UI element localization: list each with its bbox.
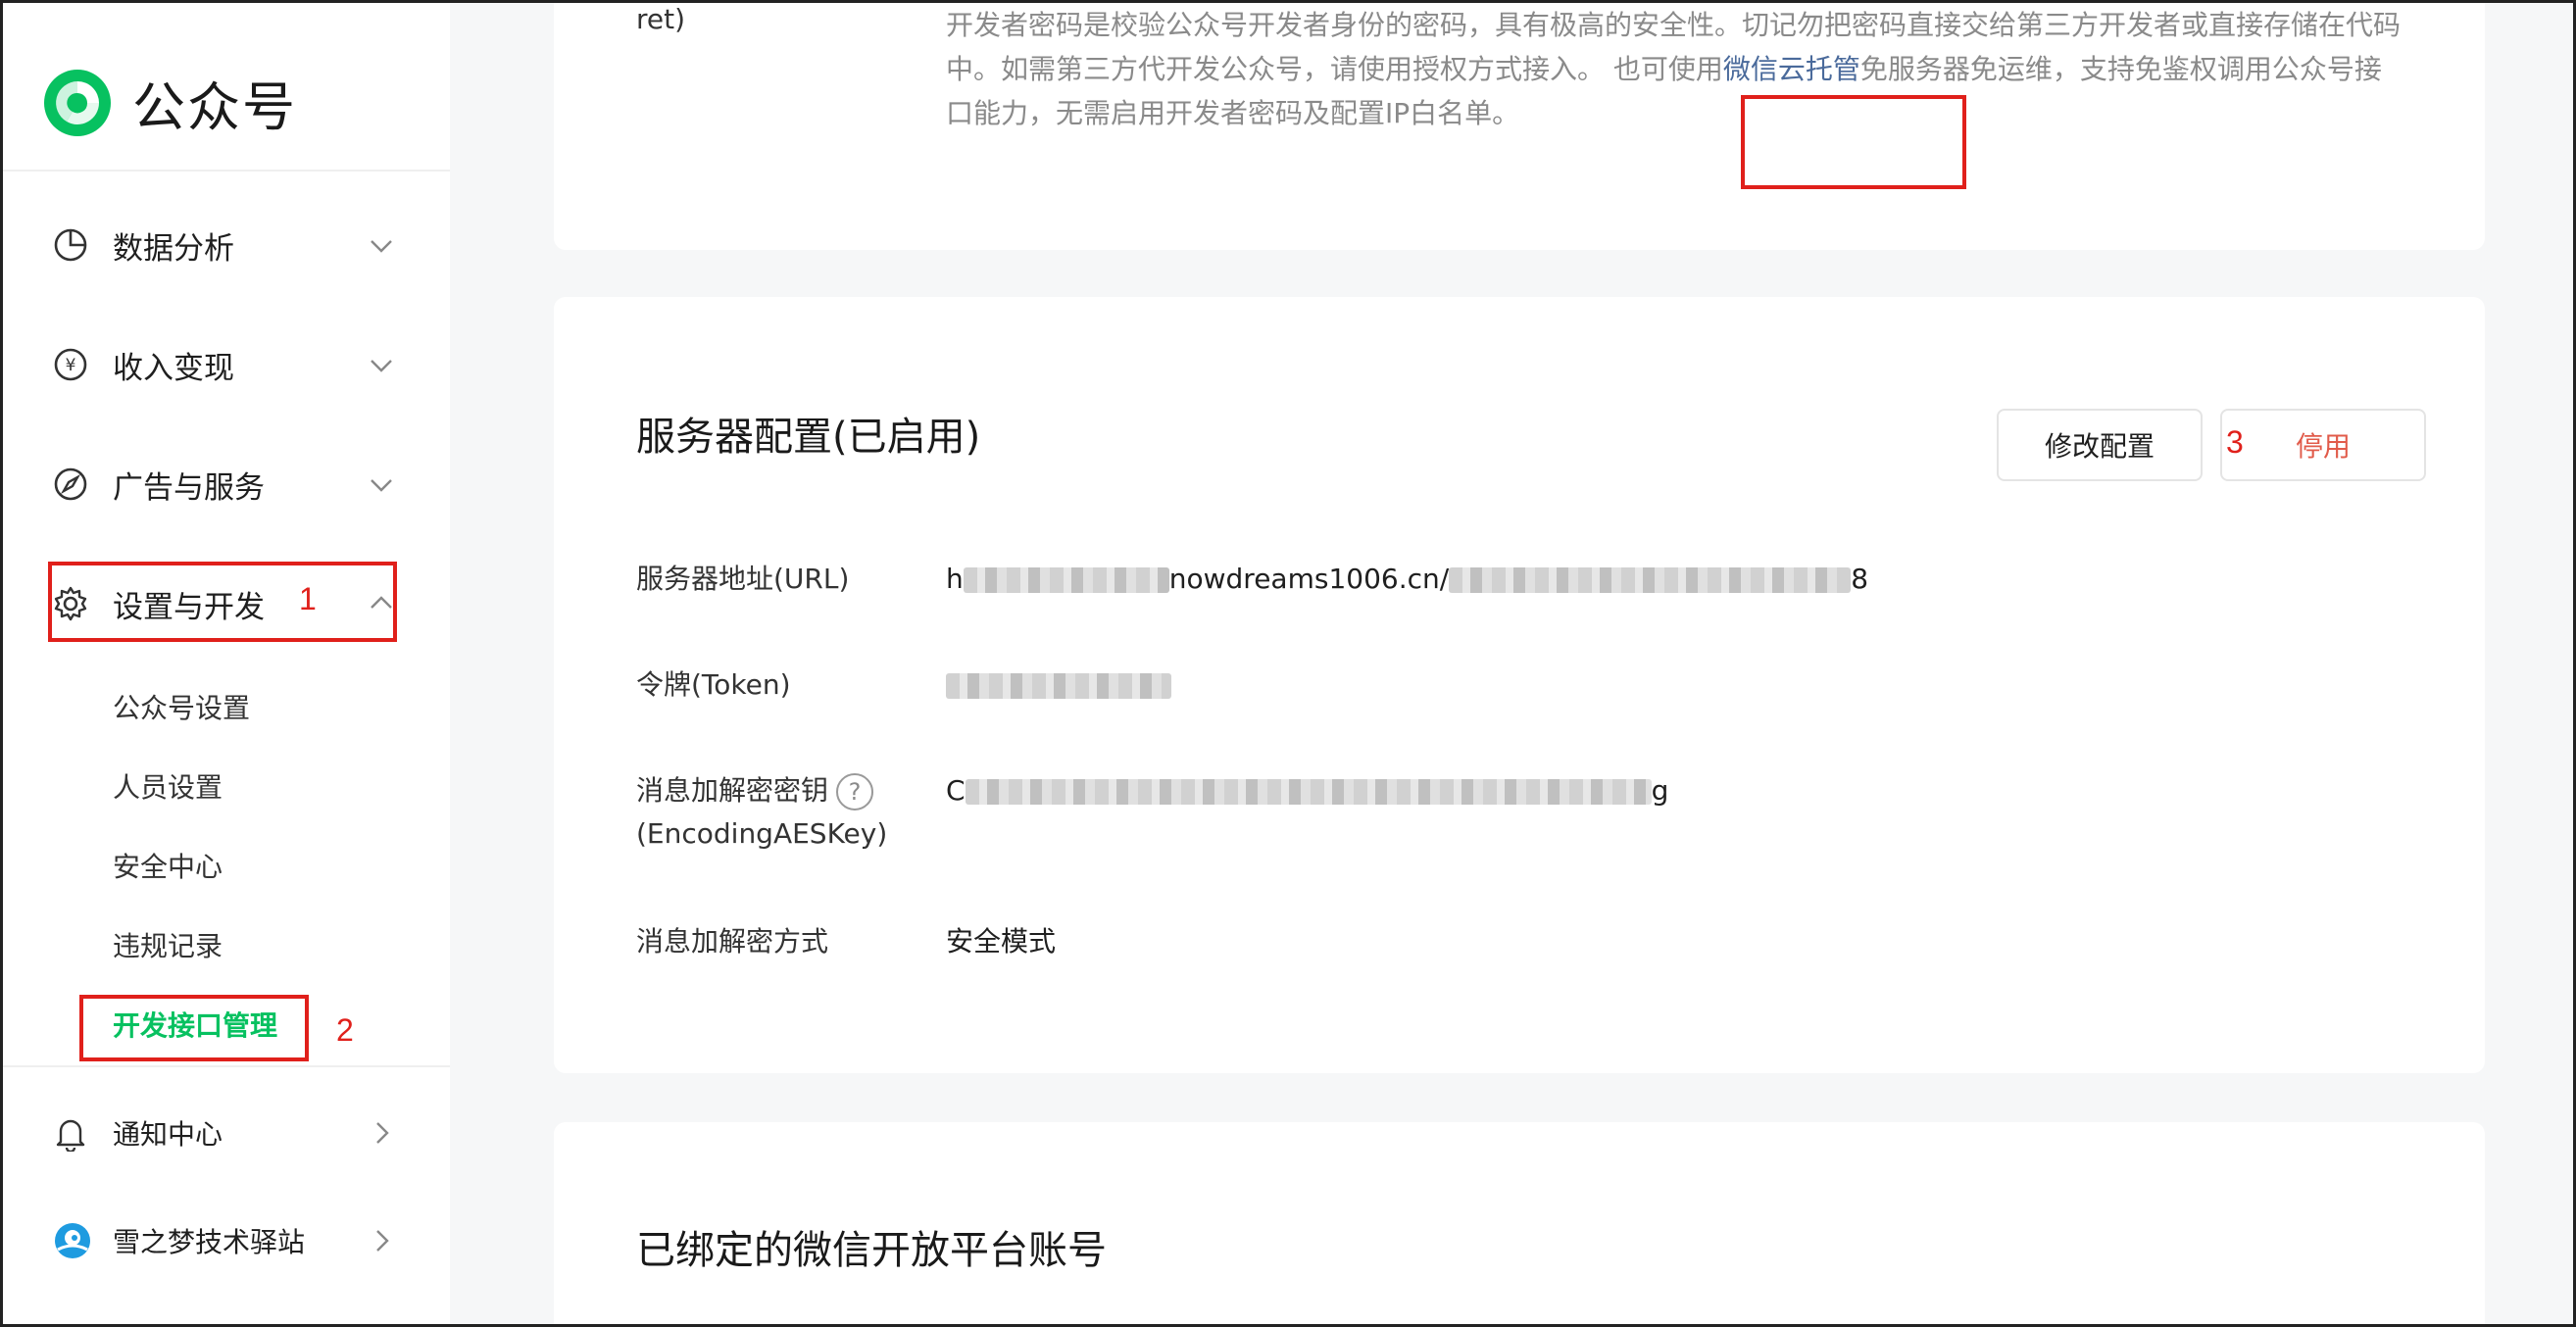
nav-label: 通知中心	[113, 1118, 223, 1151]
disable-button[interactable]: 停用	[2220, 409, 2426, 481]
chevron-down-icon	[371, 479, 392, 492]
annotation-number-2: 2	[336, 1012, 354, 1048]
nav-account[interactable]: 雪之梦技术驿站	[52, 1206, 395, 1275]
aes-key-label: 消息加解密密钥? (EncodingAESKey)	[636, 769, 887, 856]
svg-text:¥: ¥	[66, 356, 76, 375]
nav-ads-services[interactable]: 广告与服务	[52, 445, 395, 523]
yen-coin-icon: ¥	[54, 348, 87, 381]
redacted-blur	[946, 673, 1171, 699]
wechat-official-logo-icon	[44, 69, 111, 136]
help-icon[interactable]: ?	[836, 773, 874, 811]
developer-secret-description: 开发者密码是校验公众号开发者身份的密码，具有极高的安全性。切记勿把密码直接交给第…	[946, 3, 2406, 135]
aes-key-prefix: C	[946, 774, 966, 807]
url-prefix: h	[946, 563, 964, 595]
nav-label: 雪之梦技术驿站	[113, 1226, 306, 1258]
token-value[interactable]	[946, 664, 1171, 707]
app-window: 公众号 数据分析 ¥ 收入变现 广告与服务 设置与开发 1 公众号设置 人员设置…	[0, 0, 2576, 1327]
sub-item-violation-records[interactable]: 违规记录	[113, 922, 223, 971]
token-label: 令牌(Token)	[636, 668, 791, 701]
aes-key-suffix: g	[1651, 774, 1669, 807]
url-value[interactable]: h nowdreams1006.cn/8	[946, 558, 1868, 601]
account-avatar-icon	[55, 1223, 90, 1258]
sub-item-security-center[interactable]: 安全中心	[113, 843, 223, 892]
encryption-mode-value: 安全模式	[946, 925, 1057, 958]
logo[interactable]: 公众号	[42, 64, 297, 141]
redacted-blur	[965, 779, 1652, 805]
url-label: 服务器地址(URL)	[636, 563, 850, 595]
developer-secret-card: ret) 开发者密码是校验公众号开发者身份的密码，具有极高的安全性。切记勿把密码…	[554, 3, 2485, 250]
bound-open-platform-card: 已绑定的微信开放平台账号	[554, 1122, 2485, 1324]
field-label-tail: ret)	[636, 3, 686, 35]
sidebar-divider	[3, 170, 450, 172]
server-config-card: 服务器配置(已启用) 修改配置 停用 服务器地址(URL) h nowdreams…	[554, 95, 2485, 1073]
main-content: ret) 开发者密码是校验公众号开发者身份的密码，具有极高的安全性。切记勿把密码…	[450, 3, 2573, 1324]
chevron-up-icon	[371, 596, 392, 609]
nav-notification-center[interactable]: 通知中心	[52, 1099, 395, 1167]
edit-config-button[interactable]: 修改配置	[1997, 409, 2203, 481]
bound-open-platform-title: 已绑定的微信开放平台账号	[636, 1228, 1107, 1273]
server-config-title: 服务器配置(已启用)	[636, 415, 981, 460]
sub-item-account-settings[interactable]: 公众号设置	[113, 684, 250, 733]
sidebar-divider	[3, 1065, 450, 1067]
nav-label: 广告与服务	[113, 469, 265, 506]
sub-item-member-settings[interactable]: 人员设置	[113, 763, 223, 812]
nav-label: 收入变现	[113, 350, 234, 386]
nav-settings-dev[interactable]: 设置与开发	[52, 565, 395, 643]
bell-icon	[56, 1119, 85, 1152]
encryption-mode-label: 消息加解密方式	[636, 925, 829, 958]
url-visible: nowdreams1006.cn/	[1168, 563, 1450, 595]
sidebar: 公众号 数据分析 ¥ 收入变现 广告与服务 设置与开发 1 公众号设置 人员设置…	[3, 3, 450, 1324]
chart-pie-icon	[54, 228, 87, 262]
wechat-cloud-hosting-link[interactable]: 微信云托管	[1723, 53, 1860, 85]
aes-key-label-line1: 消息加解密密钥	[636, 774, 829, 807]
logo-text: 公众号	[132, 76, 297, 138]
sub-item-dev-interface-management[interactable]: 开发接口管理	[113, 1002, 277, 1051]
compass-icon	[54, 467, 87, 501]
redacted-blur	[963, 567, 1169, 593]
nav-monetization[interactable]: ¥ 收入变现	[52, 325, 395, 404]
nav-label: 数据分析	[113, 230, 234, 267]
chevron-right-icon	[376, 1230, 389, 1252]
nav-label: 设置与开发	[113, 589, 265, 625]
aes-key-value[interactable]: Cg	[946, 769, 1668, 812]
redacted-blur	[1449, 567, 1852, 593]
gear-icon	[54, 586, 87, 621]
chevron-down-icon	[371, 360, 392, 372]
chevron-right-icon	[376, 1122, 389, 1144]
url-suffix: 8	[1851, 563, 1869, 595]
annotation-number-1: 1	[299, 581, 317, 616]
chevron-down-icon	[371, 240, 392, 253]
annotation-number-3: 3	[2226, 424, 2244, 460]
aes-key-label-line2: (EncodingAESKey)	[636, 817, 888, 850]
nav-data-analysis[interactable]: 数据分析	[52, 206, 395, 284]
